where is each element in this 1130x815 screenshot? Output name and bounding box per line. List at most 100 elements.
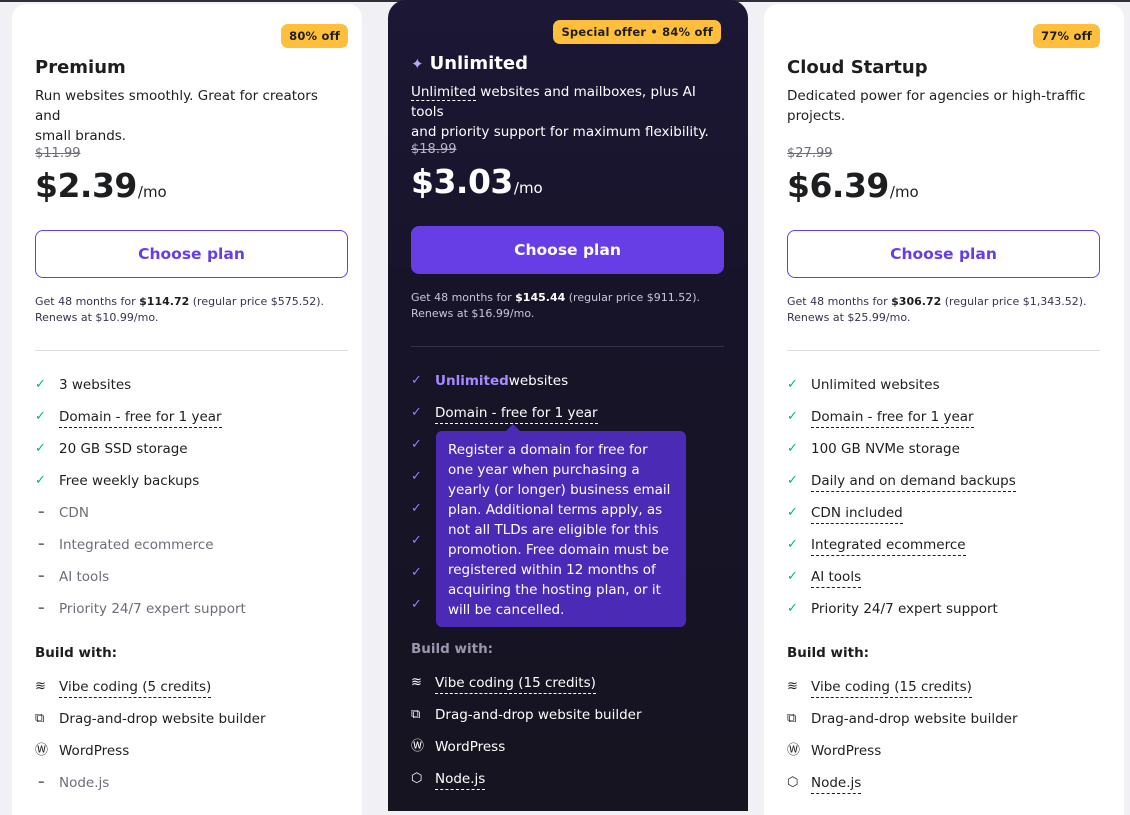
- build-label: WordPress: [811, 743, 882, 759]
- plan-card-premium: 80% off Premium Run websites smoothly. G…: [12, 4, 362, 815]
- feature-label[interactable]: Domain - free for 1 year: [59, 407, 222, 428]
- check-icon: ✓: [411, 565, 422, 580]
- plan-description-line: Dedicated power for agencies or high-tra…: [787, 88, 1086, 104]
- terms-prefix: Get 48 months for: [35, 295, 140, 308]
- billing-terms: Get 48 months for $145.44 (regular price…: [411, 290, 729, 322]
- build-label[interactable]: Vibe coding (15 credits): [435, 673, 596, 694]
- price-amount: $3.03: [411, 162, 513, 201]
- price-amount: $6.39: [787, 166, 889, 205]
- feature-item[interactable]: ✓ Integrated ecommerce: [787, 535, 1016, 567]
- feature-label[interactable]: Domain - free for 1 year: [435, 403, 598, 424]
- check-icon: ✓: [411, 469, 422, 484]
- feature-label: 100 GB NVMe storage: [811, 441, 960, 457]
- feature-label[interactable]: CDN included: [811, 503, 903, 524]
- price-amount: $2.39: [35, 166, 137, 205]
- feature-label[interactable]: Daily and on demand backups: [811, 471, 1016, 492]
- feature-item[interactable]: ✓ AI tools: [787, 567, 1016, 599]
- feature-label[interactable]: Integrated ecommerce: [811, 535, 966, 556]
- feature-label: 20 GB SSD storage: [59, 441, 188, 457]
- feature-item: ✓ Unlimited websites: [787, 375, 1016, 407]
- build-item[interactable]: ≋ Vibe coding (15 credits): [787, 677, 1018, 709]
- old-price: $27.99: [787, 146, 833, 161]
- build-label[interactable]: Node.js: [811, 773, 862, 794]
- old-price: $18.99: [411, 142, 457, 157]
- build-label: WordPress: [59, 743, 130, 759]
- build-label[interactable]: Vibe coding (15 credits): [811, 677, 972, 698]
- feature-item: – Priority 24/7 expert support: [35, 599, 246, 631]
- check-icon: ✓: [411, 597, 422, 612]
- build-with-list: ≋ Vibe coding (15 credits) ⧉ Drag-and-drop…: [787, 677, 1018, 805]
- sparkle-icon: ✦: [411, 54, 424, 73]
- build-item[interactable]: ≋ Vibe coding (5 credits): [35, 677, 266, 709]
- plan-title: Premium: [35, 57, 126, 78]
- feature-label: 3 websites: [59, 377, 132, 393]
- vibe-coding-icon: ≋: [35, 679, 46, 694]
- plan-title: ✦ Unlimited: [411, 53, 528, 74]
- feature-label: Free weekly backups: [59, 473, 200, 489]
- plan-description-line: and priority support for maximum flexibi…: [411, 124, 709, 140]
- feature-item[interactable]: ✓ Daily and on demand backups: [787, 471, 1016, 503]
- build-label: WordPress: [435, 739, 506, 755]
- build-label: Node.js: [59, 775, 110, 791]
- build-item: Ⓦ WordPress: [787, 741, 1018, 773]
- choose-plan-button[interactable]: Choose plan: [787, 230, 1100, 278]
- build-label[interactable]: Vibe coding (5 credits): [59, 677, 212, 698]
- build-item[interactable]: ≋ Vibe coding (15 credits): [411, 673, 642, 705]
- build-item[interactable]: ⬡ Node.js: [411, 769, 642, 801]
- check-icon: ✓: [35, 377, 46, 392]
- terms-prefix: Get 48 months for: [787, 295, 892, 308]
- dash-icon: –: [38, 601, 45, 616]
- terms-amount: $114.72: [139, 295, 190, 308]
- build-with-heading: Build with:: [411, 641, 494, 657]
- feature-item: – Integrated ecommerce: [35, 535, 246, 567]
- feature-label: websites: [508, 373, 569, 389]
- check-icon: ✓: [787, 569, 798, 584]
- dash-icon: –: [38, 775, 45, 790]
- website-builder-icon: ⧉: [35, 711, 45, 726]
- check-icon: ✓: [787, 377, 798, 392]
- check-icon: ✓: [787, 409, 798, 424]
- plan-description: Unlimited websites and mailboxes, plus A…: [411, 82, 727, 142]
- divider: [411, 346, 724, 347]
- terms-regular: (regular price $911.52).: [565, 291, 701, 304]
- feature-list: ✓ 3 websites ✓ Domain - free for 1 year ✓ 2…: [35, 375, 246, 631]
- check-icon: ✓: [787, 505, 798, 520]
- dash-icon: –: [38, 537, 45, 552]
- feature-label: Priority 24/7 expert support: [59, 601, 246, 617]
- plan-title-text: Premium: [35, 57, 126, 78]
- feature-highlight: Unlimited: [435, 373, 509, 389]
- plan-title-text: Unlimited: [429, 53, 528, 74]
- build-with-list: ≋ Vibe coding (5 credits) ⧉ Drag-and-drop …: [35, 677, 266, 805]
- feature-item: ✓ Free weekly backups: [35, 471, 246, 503]
- feature-list: ✓ Unlimited websites ✓ Domain - free for 1…: [787, 375, 1016, 631]
- unlimited-term[interactable]: Unlimited: [411, 84, 477, 101]
- choose-plan-button[interactable]: Choose plan: [411, 226, 724, 274]
- terms-renewal: Renews at $10.99/mo.: [35, 311, 159, 324]
- feature-label[interactable]: AI tools: [811, 567, 862, 588]
- build-with-heading: Build with:: [787, 645, 870, 661]
- divider: [787, 350, 1100, 351]
- feature-item[interactable]: ✓ Domain - free for 1 year: [787, 407, 1016, 439]
- website-builder-icon: ⧉: [411, 707, 421, 722]
- build-item: Ⓦ WordPress: [35, 741, 266, 773]
- check-icon: ✓: [787, 473, 798, 488]
- old-price: $11.99: [35, 146, 81, 161]
- plan-card-cloud-startup: 77% off Cloud Startup Dedicated power fo…: [764, 4, 1124, 815]
- build-item: ⧉ Drag-and-drop website builder: [411, 705, 642, 737]
- website-builder-icon: ⧉: [787, 711, 797, 726]
- feature-item: ✓ Priority 24/7 expert support: [787, 599, 1016, 631]
- check-icon: ✓: [35, 441, 46, 456]
- build-label[interactable]: Node.js: [435, 769, 486, 790]
- build-item[interactable]: ⬡ Node.js: [787, 773, 1018, 805]
- feature-label[interactable]: Domain - free for 1 year: [811, 407, 974, 428]
- discount-badge: 80% off: [281, 24, 348, 48]
- choose-plan-button[interactable]: Choose plan: [35, 230, 348, 278]
- billing-terms: Get 48 months for $114.72 (regular price…: [35, 294, 353, 326]
- terms-amount: $306.72: [891, 295, 942, 308]
- feature-item[interactable]: ✓ Domain - free for 1 year: [35, 407, 246, 439]
- feature-item[interactable]: ✓ CDN included: [787, 503, 1016, 535]
- plan-title: Cloud Startup: [787, 57, 928, 78]
- billing-terms: Get 48 months for $306.72 (regular price…: [787, 294, 1105, 326]
- plan-description: Dedicated power for agencies or high-tra…: [787, 86, 1097, 126]
- terms-prefix: Get 48 months for: [411, 291, 516, 304]
